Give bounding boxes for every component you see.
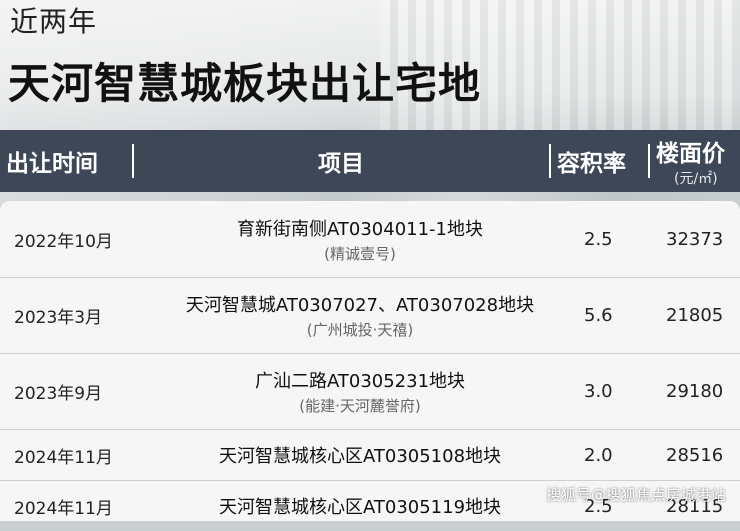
cell-date: 2024年11月 <box>14 498 113 519</box>
table-header: 出让时间 项目 容积率 楼面价 (元/㎡) <box>0 130 740 192</box>
project-name: 天河智慧城核心区AT0305108地块 <box>218 446 502 467</box>
cell-far: 3.0 <box>584 381 613 402</box>
cell-far: 2.5 <box>584 228 613 250</box>
table-row: 2024年11月 天河智慧城核心区AT0305108地块 2.0 28516 <box>0 430 740 481</box>
header-divider <box>648 144 650 178</box>
table-row: 2023年3月 天河智慧城AT0307027、AT0307028地块 (广州城投… <box>0 278 740 354</box>
cell-far: 5.6 <box>584 305 613 326</box>
table-row: 2023年9月 广汕二路AT0305231地块 (能建·天河麓誉府) 3.0 2… <box>0 354 740 430</box>
cell-price: 28516 <box>666 444 724 466</box>
project-developer: (广州城投·天禧) <box>306 321 414 339</box>
cell-date: 2023年9月 <box>14 384 103 404</box>
cell-date: 2022年10月 <box>14 231 113 252</box>
cell-project: 天河智慧城AT0307027、AT0307028地块 (广州城投·天禧) <box>120 278 600 353</box>
column-header-price: 楼面价 (元/㎡) <box>656 130 725 192</box>
cell-price: 29180 <box>666 381 724 402</box>
project-name: 育新街南侧AT0304011-1地块 <box>236 218 484 240</box>
project-name: 天河智慧城AT0307027、AT0307028地块 <box>185 295 535 316</box>
cell-project: 天河智慧城核心区AT0305108地块 <box>120 430 600 480</box>
cell-project: 天河智慧城核心区AT0305119地块 <box>120 481 600 531</box>
cell-project: 育新街南侧AT0304011-1地块 (精诚壹号) <box>120 201 600 277</box>
cell-price: 32373 <box>666 228 724 250</box>
cell-price: 21805 <box>666 305 724 326</box>
column-header-project: 项目 <box>318 151 364 177</box>
watermark: 搜狐号@搜狐焦点房城港站 <box>545 486 726 504</box>
header-divider <box>549 144 551 178</box>
column-header-price-label: 楼面价 <box>656 141 725 167</box>
project-developer: (精诚壹号) <box>324 244 396 263</box>
cell-project: 广汕二路AT0305231地块 (能建·天河麓誉府) <box>120 354 600 429</box>
project-developer: (能建·天河麓誉府) <box>299 397 421 415</box>
column-header-time: 出让时间 <box>6 151 98 177</box>
column-header-price-unit: (元/㎡) <box>674 171 718 187</box>
cell-far: 2.0 <box>584 444 613 466</box>
header-divider <box>132 144 134 178</box>
project-name: 天河智慧城核心区AT0305119地块 <box>218 497 502 518</box>
column-header-far: 容积率 <box>557 151 626 177</box>
page-subtitle: 近两年 <box>10 5 98 38</box>
table-row: 2022年10月 育新街南侧AT0304011-1地块 (精诚壹号) 2.5 3… <box>0 201 740 278</box>
project-name: 广汕二路AT0305231地块 <box>254 371 466 392</box>
cell-date: 2024年11月 <box>14 447 113 468</box>
cell-date: 2023年3月 <box>14 308 103 328</box>
page-title: 天河智慧城板块出让宅地 <box>8 59 482 108</box>
table-body: 2022年10月 育新街南侧AT0304011-1地块 (精诚壹号) 2.5 3… <box>0 201 740 521</box>
